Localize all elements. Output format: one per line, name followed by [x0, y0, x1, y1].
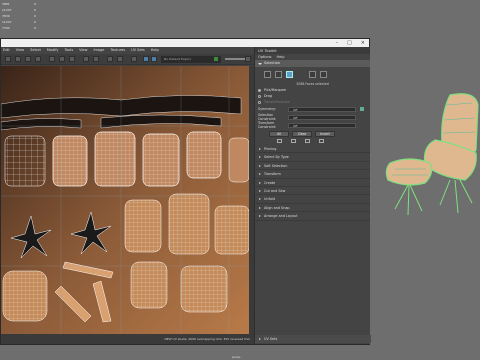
transform-constraint-label: Transform Constraint:	[258, 121, 277, 129]
menu-textures[interactable]: Textures	[110, 47, 125, 54]
ottoman-cushion	[385, 158, 433, 186]
section-cut-and-sew[interactable]: Cut and Sew	[255, 187, 370, 196]
select-buttons: All Clear Invert	[255, 129, 370, 138]
shaded-uvs-icon[interactable]	[59, 56, 65, 62]
selection-constraint-label: Selection Constraint:	[258, 113, 277, 121]
poly-count-hud: 3881 0 11247 0 7839 0 11247 0 7394 0	[2, 1, 36, 31]
radio-icon	[258, 94, 261, 98]
menu-uv-sets[interactable]: UV Sets	[131, 47, 145, 54]
symmetry-dropdown[interactable]: Off	[288, 106, 356, 112]
display-image-icon[interactable]	[131, 56, 137, 62]
minimize-button[interactable]: –	[336, 39, 339, 47]
chair-base	[439, 179, 473, 214]
selection-mini-icons	[255, 138, 370, 145]
symmetry-grid-icon[interactable]	[360, 107, 364, 111]
shrink-selection-icon[interactable]	[291, 139, 296, 143]
edge-mode-icon[interactable]	[275, 70, 282, 78]
menu-tools[interactable]: Tools	[65, 47, 74, 54]
select-border-icon[interactable]	[305, 139, 310, 143]
uv-editor-window[interactable]: – □ × Edit View Select Modify Tools View…	[0, 38, 371, 345]
chair-model[interactable]	[380, 85, 480, 225]
vertex-mode-icon[interactable]	[264, 70, 271, 78]
maximize-button[interactable]: □	[347, 39, 352, 47]
radio-label: Pick/Marquee	[264, 88, 287, 92]
texture-dropdown[interactable]: No Default Export	[161, 56, 221, 63]
isolate-select-icon[interactable]	[35, 56, 41, 62]
selection-constraint-dropdown[interactable]: Off	[288, 114, 356, 120]
select-shell-icon[interactable]	[319, 139, 324, 143]
pixel-snap-icon[interactable]	[151, 56, 157, 62]
texture-borders-icon[interactable]	[83, 56, 89, 62]
selection-section-header[interactable]: Selection	[255, 60, 370, 67]
menu-view[interactable]: View	[16, 47, 24, 54]
radio-icon	[258, 100, 261, 104]
section-align-and-snap[interactable]: Align and Snap	[255, 204, 370, 213]
toolkit-title: UV Toolkit	[255, 47, 370, 54]
gamma-icon[interactable]	[245, 56, 251, 62]
exposure-icon[interactable]	[213, 56, 219, 62]
uv-canvas[interactable]	[1, 66, 249, 334]
frame-all-icon[interactable]	[15, 56, 21, 62]
menu-edit[interactable]: Edit	[3, 47, 10, 54]
face-mode-icon[interactable]	[286, 70, 293, 78]
uv-toolkit-panel: UV Toolkit Options Help Selection 3088 F…	[254, 47, 371, 344]
symmetry-row: Symmetry: Off	[255, 105, 370, 113]
transform-constraint-dropdown[interactable]: Off	[288, 122, 356, 128]
uv-toolbar: No Default Export	[1, 54, 254, 65]
menu-image[interactable]: Image	[93, 47, 104, 54]
section-select-by-type[interactable]: Select By Type	[255, 153, 370, 162]
menu-view-2[interactable]: View	[79, 47, 87, 54]
checker-icon[interactable]	[49, 56, 55, 62]
uv-mode-icon[interactable]	[309, 70, 316, 78]
exposure-slider[interactable]	[225, 58, 245, 60]
snapshot-icon[interactable]	[107, 56, 113, 62]
color-channel-icon[interactable]	[117, 56, 123, 62]
symmetry-label: Symmetry:	[258, 107, 276, 111]
uv-edges-icon[interactable]	[93, 56, 99, 62]
radio-label: Tweak/Marquee	[264, 100, 290, 104]
window-controls: – □ ×	[336, 39, 365, 47]
grid-toggle-icon[interactable]	[5, 56, 11, 62]
section-create[interactable]: Create	[255, 179, 370, 187]
selection-constraint-row: Selection Constraint: Off	[255, 113, 370, 121]
grow-selection-icon[interactable]	[277, 139, 282, 143]
menu-modify[interactable]: Modify	[47, 47, 59, 54]
section-soft-selection[interactable]: Soft Selection	[255, 162, 370, 171]
uv-shell-mode-icon[interactable]	[320, 70, 327, 78]
frame-selected-icon[interactable]	[25, 56, 31, 62]
section-pinning[interactable]: Pinning	[255, 145, 370, 154]
menu-help[interactable]: Help	[151, 47, 159, 54]
transform-constraint-row: Transform Constraint: Off	[255, 121, 370, 129]
hud-row: 7394 0	[2, 25, 36, 31]
hud-label: 7394	[2, 26, 10, 30]
radio-label: Drag	[264, 94, 273, 98]
radio-icon	[258, 88, 261, 92]
close-button[interactable]: ×	[361, 39, 365, 47]
menu-select[interactable]: Select	[30, 47, 41, 54]
distortion-icon[interactable]	[69, 56, 75, 62]
component-mode-icons	[255, 67, 370, 81]
invert-button[interactable]: Invert	[315, 131, 335, 137]
section-transform[interactable]: Transform	[255, 170, 370, 179]
title-bar[interactable]: – □ ×	[1, 39, 369, 47]
hud-value: 0	[34, 26, 36, 30]
section-uv-sets[interactable]: UV Sets	[255, 335, 371, 343]
image-ratio-icon[interactable]	[143, 56, 149, 62]
ottoman-base	[394, 184, 423, 216]
uv-status-bar: NEW UV shells; 4096 overlapping UVs; 305…	[1, 334, 254, 344]
section-arrange-and-layout[interactable]: Arrange and Layout	[255, 212, 370, 221]
camera-label: persp	[232, 355, 241, 359]
section-unfold[interactable]: Unfold	[255, 195, 370, 204]
clear-button[interactable]: Clear	[292, 131, 312, 137]
select-all-button[interactable]: All	[269, 131, 289, 137]
